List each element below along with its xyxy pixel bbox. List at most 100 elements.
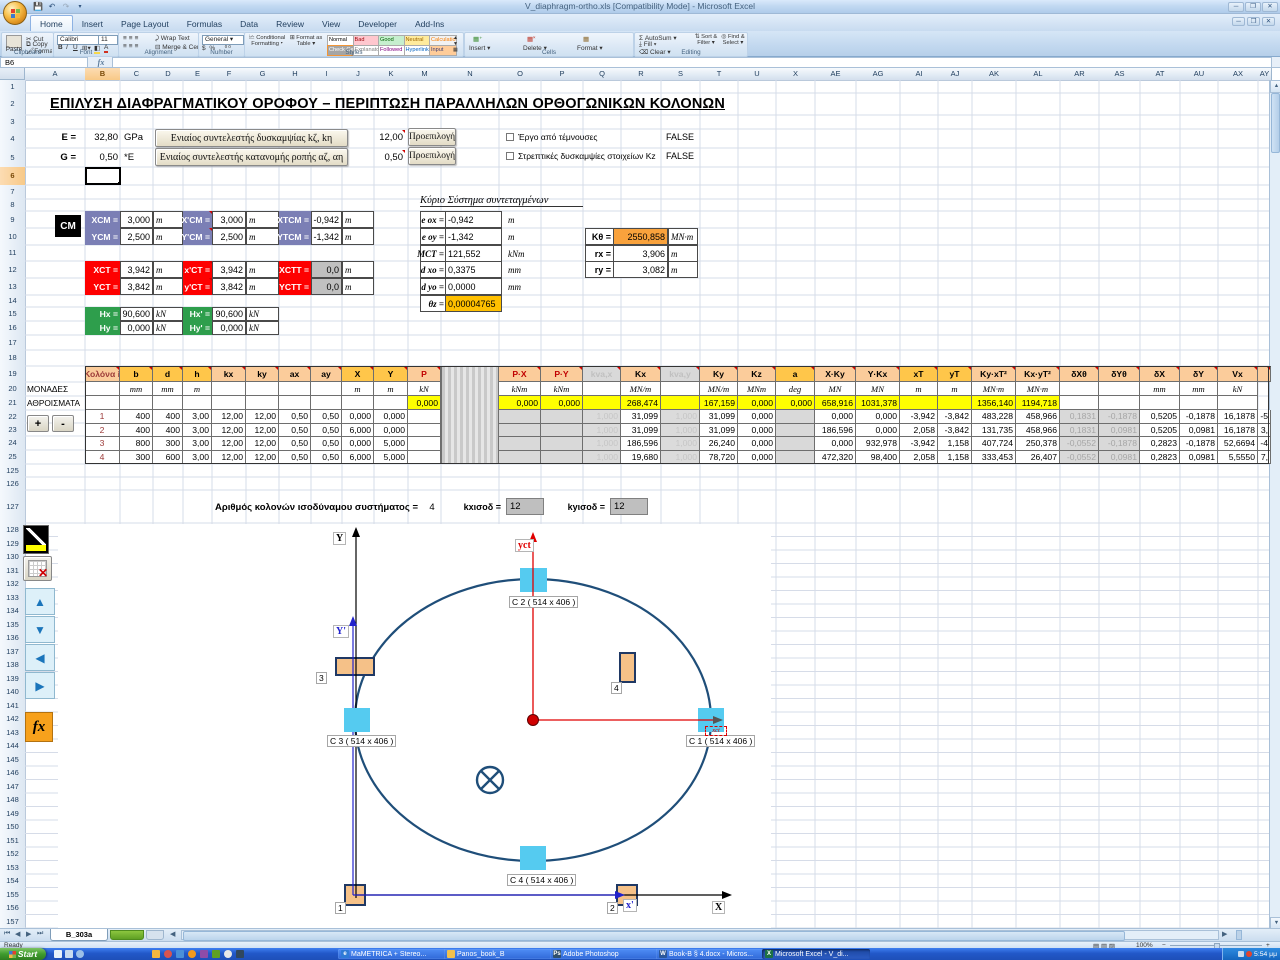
table-sum[interactable]: 0,000 — [738, 396, 776, 410]
row-header-147[interactable]: 147 — [0, 780, 26, 795]
table-cell[interactable]: 31,099 — [700, 410, 738, 424]
row-header-137[interactable]: 137 — [0, 645, 26, 660]
quicklaunch-icon[interactable] — [54, 950, 62, 958]
table-header-b[interactable]: b — [120, 366, 153, 382]
redo-icon[interactable]: ↷ — [60, 2, 72, 12]
scroll-up-icon[interactable]: ▲ — [1270, 80, 1280, 93]
table-cell[interactable]: 472,320 — [815, 451, 856, 465]
table-cell[interactable] — [499, 451, 541, 465]
row-header-146[interactable]: 146 — [0, 766, 26, 781]
row-header-143[interactable]: 143 — [0, 726, 26, 741]
table-cell[interactable]: 52,6694 — [1218, 437, 1258, 451]
row-header-11[interactable]: 11 — [0, 245, 26, 262]
tray-icon[interactable] — [1238, 951, 1244, 957]
table-unit[interactable] — [85, 382, 120, 396]
table-unit[interactable]: MN — [856, 382, 900, 396]
row-header-134[interactable]: 134 — [0, 604, 26, 619]
table-cell[interactable]: 1,000 — [583, 410, 621, 424]
table-header-Vx[interactable]: Vx — [1218, 366, 1258, 382]
table-sum[interactable]: 167,159 — [700, 396, 738, 410]
row-header-145[interactable]: 145 — [0, 753, 26, 768]
table-cell[interactable]: 12,00 — [212, 410, 246, 424]
table-cell[interactable]: 0,0981 — [1180, 451, 1218, 465]
table-cell[interactable]: -3,942 — [900, 410, 938, 424]
taskbar-button-excel[interactable]: XMicrosoft Excel - V_di... — [762, 949, 870, 959]
taskbar-button-word[interactable]: WBook-B § 4.docx - Micros... — [656, 949, 764, 959]
table-header-Y·Kx[interactable]: Y·Kx — [856, 366, 900, 382]
table-cell[interactable]: -0,0552 — [1060, 451, 1099, 465]
table-cell[interactable]: 0,000 — [342, 437, 374, 451]
table-sum[interactable]: 0,000 — [541, 396, 583, 410]
table-cell[interactable]: -0,1878 — [1099, 437, 1140, 451]
table-cell[interactable] — [499, 437, 541, 451]
table-cell[interactable]: 0,000 — [738, 410, 776, 424]
table-cell[interactable]: -5 — [1258, 410, 1271, 424]
table-sum[interactable] — [153, 396, 183, 410]
ribbon-tab-developer[interactable]: Developer — [349, 16, 406, 32]
table-header-δX[interactable]: δX — [1140, 366, 1180, 382]
row-header-22[interactable]: 22 — [0, 410, 26, 424]
table-unit[interactable]: m — [183, 382, 212, 396]
table-header-δY[interactable]: δY — [1180, 366, 1218, 382]
row-header-24[interactable]: 24 — [0, 436, 26, 451]
table-cell[interactable]: 250,378 — [1016, 437, 1060, 451]
table-header-δYθ[interactable]: δYθ — [1099, 366, 1140, 382]
table-cell[interactable] — [408, 437, 441, 451]
row-header-151[interactable]: 151 — [0, 834, 26, 849]
table-cell[interactable] — [408, 410, 441, 424]
quicklaunch-icon[interactable] — [212, 950, 220, 958]
default-button-1[interactable]: Προεπιλογή — [408, 128, 456, 146]
table-cell[interactable]: 1 — [85, 410, 120, 424]
row-header-3[interactable]: 3 — [0, 115, 26, 130]
table-header-ay[interactable]: ay — [311, 366, 342, 382]
table-cell[interactable]: 0,000 — [815, 410, 856, 424]
fill-handle[interactable] — [118, 182, 121, 185]
table-unit[interactable]: mm — [153, 382, 183, 396]
ribbon-tab-data[interactable]: Data — [231, 16, 267, 32]
table-cell[interactable]: 12,00 — [212, 437, 246, 451]
ribbon-tab-page-layout[interactable]: Page Layout — [112, 16, 178, 32]
vscroll-thumb[interactable] — [1271, 93, 1280, 153]
row-header-5[interactable]: 5 — [0, 148, 26, 168]
table-cell[interactable]: 4 — [85, 451, 120, 465]
tab-next-icon[interactable]: ▶ — [26, 930, 31, 938]
table-cell[interactable]: 0,2823 — [1140, 437, 1180, 451]
table-header-ky[interactable]: ky — [246, 366, 279, 382]
table-cell[interactable]: -0,0552 — [1060, 437, 1099, 451]
row-header-157[interactable]: 157 — [0, 915, 26, 930]
g-value[interactable]: 0,50 — [82, 150, 120, 165]
insert-function-icon[interactable]: fx — [92, 57, 110, 68]
row-header-127[interactable]: 127 — [0, 490, 26, 524]
table-cell[interactable]: 1,000 — [661, 451, 700, 465]
table-header-P[interactable]: P — [408, 366, 441, 382]
stiffness-value[interactable]: 12,00 — [368, 130, 405, 145]
taskbar-button-ie[interactable]: eMaMETRICA + Stereo... — [338, 949, 446, 959]
table-cell[interactable]: 400 — [153, 424, 183, 438]
table-header-h[interactable]: h — [183, 366, 212, 382]
table-unit[interactable]: mm — [1180, 382, 1218, 396]
table-cell[interactable]: 3,00 — [183, 410, 212, 424]
table-header-yT[interactable]: yT — [938, 366, 972, 382]
save-icon[interactable]: 💾 — [32, 2, 44, 12]
table-cell[interactable]: 78,720 — [700, 451, 738, 465]
table-cell[interactable]: 0,000 — [738, 424, 776, 438]
table-cell[interactable]: 3,00 — [183, 424, 212, 438]
undo-icon[interactable]: ↶ — [46, 2, 58, 12]
table-unit[interactable]: kN — [1218, 382, 1258, 396]
table-cell[interactable]: 12,00 — [212, 451, 246, 465]
table-cell[interactable]: 0,000 — [738, 437, 776, 451]
row-header-156[interactable]: 156 — [0, 901, 26, 916]
table-cell[interactable]: 0,50 — [311, 410, 342, 424]
moment-value[interactable]: 0,50 — [368, 150, 405, 165]
table-cell[interactable]: 1,000 — [661, 437, 700, 451]
ribbon-tab-home[interactable]: Home — [30, 15, 73, 32]
table-cell[interactable]: 0,000 — [815, 437, 856, 451]
quicklaunch-icon[interactable] — [176, 950, 184, 958]
table-header-Kz[interactable]: Kz — [738, 366, 776, 382]
table-sum[interactable]: 1031,378 — [856, 396, 900, 410]
quicklaunch-icon[interactable] — [65, 950, 73, 958]
row-header-138[interactable]: 138 — [0, 658, 26, 673]
table-cell[interactable] — [499, 410, 541, 424]
table-cell[interactable] — [541, 424, 583, 438]
table-cell[interactable]: 26,240 — [700, 437, 738, 451]
